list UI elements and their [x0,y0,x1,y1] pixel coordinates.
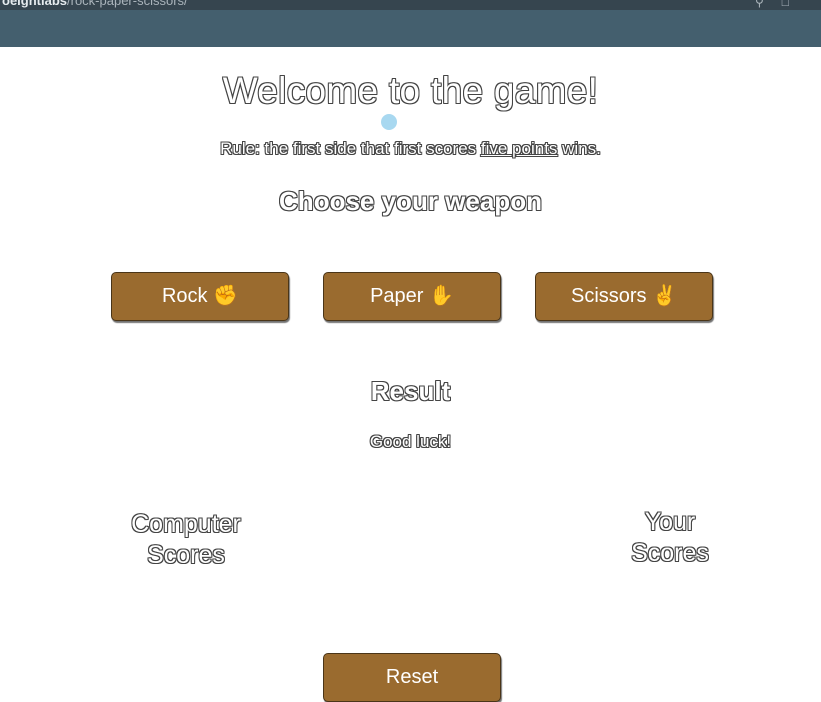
your-scores-line2: Scores [631,539,709,567]
mouse-cursor-indicator [381,114,397,130]
computer-scores-line1: Computer [131,510,241,538]
rule-suffix: wins. [557,139,601,158]
search-icon[interactable]: ⚲ [755,0,782,9]
share-icon[interactable]: □ [782,0,807,9]
scissors-button[interactable]: Scissors ✌️ [535,272,713,321]
browser-icons: ⚲□ [755,0,807,9]
url-domain: oeightlabs [2,0,68,8]
result-message: Good luck! [369,432,452,451]
your-scores-label: Your Scores [580,507,760,569]
reset-button[interactable]: Reset [323,653,501,702]
paper-button[interactable]: Paper ✋ [323,272,501,321]
computer-scores-label: Computer Scores [96,509,276,571]
rule-prefix: Rule: the first side that first scores [220,139,481,158]
result-heading: Result [370,376,451,406]
your-scores-line1: Your [644,508,696,536]
rock-button[interactable]: Rock ✊ [111,272,289,321]
browser-toolbar: oeightlabs/rock-paper-scissors/ ⚲□ [0,0,821,10]
page-title: Welcome to the game! [222,70,599,111]
url-path: /rock-paper-scissors/ [67,0,188,8]
address-bar[interactable]: oeightlabs/rock-paper-scissors/ [2,0,188,8]
computer-scores-line2: Scores [147,541,225,569]
game-rule: Rule: the first side that first scores f… [0,139,821,159]
choose-weapon-heading: Choose your weapon [279,186,542,216]
site-header [0,10,821,47]
rule-emphasis: five points [480,139,558,158]
